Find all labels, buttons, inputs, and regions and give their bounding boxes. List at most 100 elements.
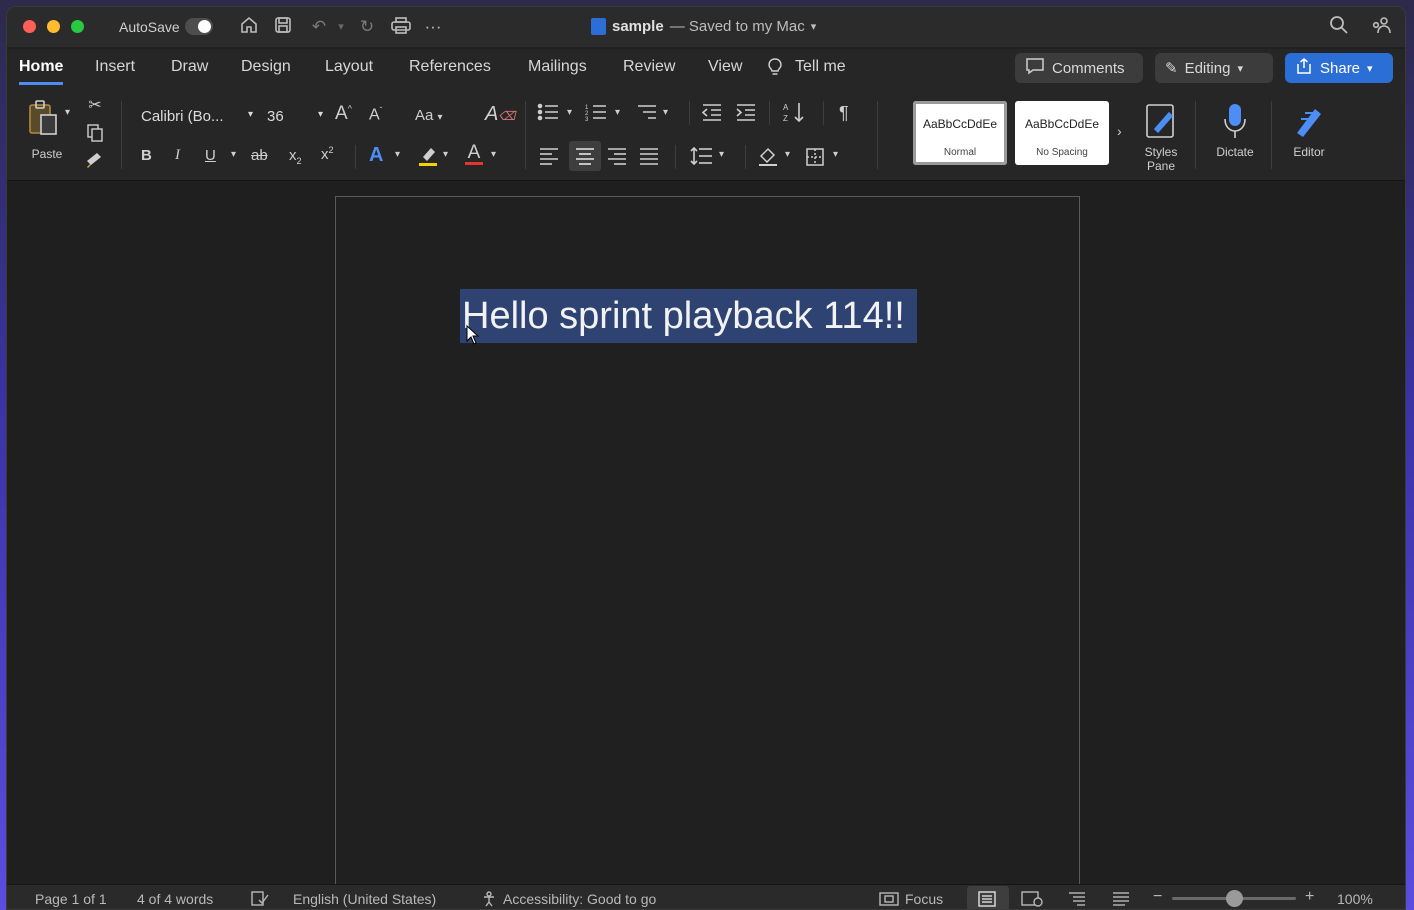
font-size-select[interactable]: 36 ▾: [263, 105, 325, 129]
tab-draw[interactable]: Draw: [171, 58, 208, 76]
maximize-window-button[interactable]: [71, 20, 84, 33]
multilevel-list-icon[interactable]: [635, 103, 657, 125]
copy-icon[interactable]: [83, 123, 107, 147]
chevron-down-icon[interactable]: ▾: [443, 149, 448, 160]
document-canvas[interactable]: Hello sprint playback 114!!: [7, 182, 1405, 896]
chevron-down-icon[interactable]: ▾: [785, 149, 790, 160]
redo-icon[interactable]: ↻: [355, 15, 379, 39]
subscript-icon[interactable]: x2: [289, 147, 302, 166]
chevron-down-icon[interactable]: ▾: [663, 107, 668, 118]
undo-dropdown-icon[interactable]: ▾: [329, 15, 353, 39]
home-icon[interactable]: [237, 15, 261, 39]
autosave-toggle[interactable]: [185, 18, 213, 35]
zoom-slider-thumb[interactable]: [1226, 890, 1243, 907]
share-button[interactable]: Share ▾: [1285, 53, 1393, 83]
zoom-level[interactable]: 100%: [1337, 891, 1373, 907]
chevron-down-icon[interactable]: ▾: [567, 107, 572, 118]
style-no-spacing[interactable]: AaBbCcDdEe No Spacing: [1015, 101, 1109, 165]
increase-indent-icon[interactable]: [735, 103, 757, 125]
strikethrough-icon[interactable]: ab: [251, 147, 268, 164]
tab-home[interactable]: Home: [19, 58, 64, 85]
tab-insert[interactable]: Insert: [95, 58, 135, 76]
print-layout-icon[interactable]: [977, 891, 997, 909]
editing-mode-button[interactable]: ✎ Editing ▾: [1155, 53, 1273, 83]
underline-icon[interactable]: U: [205, 147, 216, 164]
print-icon[interactable]: [389, 15, 413, 39]
document-title[interactable]: sample — Saved to my Mac ▾: [591, 18, 816, 35]
decrease-indent-icon[interactable]: [701, 103, 723, 125]
chevron-down-icon[interactable]: ▾: [615, 107, 620, 118]
show-formatting-marks-icon[interactable]: ¶: [839, 103, 849, 124]
borders-icon[interactable]: [805, 147, 825, 171]
justify-icon[interactable]: [639, 147, 659, 169]
superscript-icon[interactable]: x2: [321, 145, 334, 163]
chevron-down-icon[interactable]: ▾: [833, 149, 838, 160]
numbering-icon[interactable]: 123: [585, 103, 607, 125]
chevron-down-icon[interactable]: ▾: [491, 149, 496, 160]
text-effects-icon[interactable]: A: [369, 144, 383, 167]
styles-pane-button[interactable]: Styles Pane: [1131, 97, 1191, 175]
chevron-down-icon: ▾: [1237, 62, 1243, 75]
align-right-icon[interactable]: [607, 147, 627, 169]
tab-review[interactable]: Review: [623, 58, 675, 76]
font-color-icon[interactable]: A: [465, 142, 483, 165]
more-options-icon[interactable]: ···: [421, 15, 445, 39]
tell-me-search[interactable]: Tell me: [795, 58, 846, 76]
ribbon-divider: [355, 145, 356, 169]
autosave-label: AutoSave: [119, 19, 180, 35]
bullets-icon[interactable]: [537, 103, 559, 125]
dictate-button[interactable]: Dictate: [1205, 97, 1265, 175]
align-left-icon[interactable]: [539, 147, 559, 169]
format-painter-icon[interactable]: [83, 151, 107, 173]
zoom-in-icon[interactable]: +: [1305, 888, 1314, 906]
font-name-select[interactable]: Calibri (Bo... ▾: [137, 105, 255, 129]
close-window-button[interactable]: [23, 20, 36, 33]
sort-icon[interactable]: AZ: [783, 101, 807, 127]
undo-icon[interactable]: ↶: [307, 15, 331, 39]
tab-design[interactable]: Design: [241, 58, 291, 76]
align-center-icon[interactable]: [569, 141, 601, 171]
language-status[interactable]: English (United States): [293, 891, 436, 907]
chevron-right-icon[interactable]: ›: [1117, 123, 1122, 139]
bold-icon[interactable]: B: [141, 147, 152, 164]
svg-text:A: A: [783, 103, 789, 112]
tab-view[interactable]: View: [708, 58, 742, 76]
focus-mode-button[interactable]: Focus: [905, 891, 943, 907]
chevron-down-icon[interactable]: ▾: [395, 149, 400, 160]
paste-dropdown-icon[interactable]: ▾: [65, 107, 70, 118]
style-name: No Spacing: [1036, 147, 1088, 158]
comments-button[interactable]: Comments: [1015, 53, 1143, 83]
underline-dropdown-icon[interactable]: ▾: [231, 149, 236, 160]
cut-icon[interactable]: ✂: [83, 95, 107, 115]
page-count[interactable]: Page 1 of 1: [35, 891, 107, 907]
minimize-window-button[interactable]: [47, 20, 60, 33]
italic-icon[interactable]: I: [175, 147, 180, 164]
accessibility-status[interactable]: Accessibility: Good to go: [503, 891, 656, 907]
document-text-selected[interactable]: Hello sprint playback 114!!: [460, 289, 917, 343]
tab-mailings[interactable]: Mailings: [528, 58, 587, 76]
style-normal[interactable]: AaBbCcDdEe Normal: [913, 101, 1007, 165]
tab-references[interactable]: References: [409, 58, 491, 76]
zoom-out-icon[interactable]: −: [1153, 888, 1162, 906]
ribbon-divider: [121, 101, 122, 169]
draft-view-icon[interactable]: [1111, 891, 1131, 909]
change-case-button[interactable]: Aa ▾: [415, 107, 443, 124]
outline-view-icon[interactable]: [1067, 891, 1087, 909]
web-layout-icon[interactable]: [1021, 891, 1043, 909]
save-icon[interactable]: [271, 15, 295, 39]
editor-button[interactable]: Editor: [1279, 97, 1339, 175]
document-page[interactable]: Hello sprint playback 114!!: [335, 196, 1080, 896]
line-spacing-icon[interactable]: [689, 146, 713, 169]
highlight-color-icon[interactable]: [417, 145, 439, 171]
word-count[interactable]: 4 of 4 words: [137, 891, 213, 907]
paste-icon[interactable]: [25, 99, 61, 139]
search-icon[interactable]: [1327, 15, 1351, 39]
proofing-icon[interactable]: [251, 891, 269, 909]
shading-icon[interactable]: [757, 145, 779, 171]
clear-formatting-icon[interactable]: A⌫: [485, 103, 515, 126]
chevron-down-icon[interactable]: ▾: [719, 149, 724, 160]
share-people-icon[interactable]: [1369, 15, 1393, 39]
tab-layout[interactable]: Layout: [325, 58, 373, 76]
shrink-font-icon[interactable]: Aˇ: [369, 106, 382, 124]
grow-font-icon[interactable]: A^: [335, 103, 352, 125]
